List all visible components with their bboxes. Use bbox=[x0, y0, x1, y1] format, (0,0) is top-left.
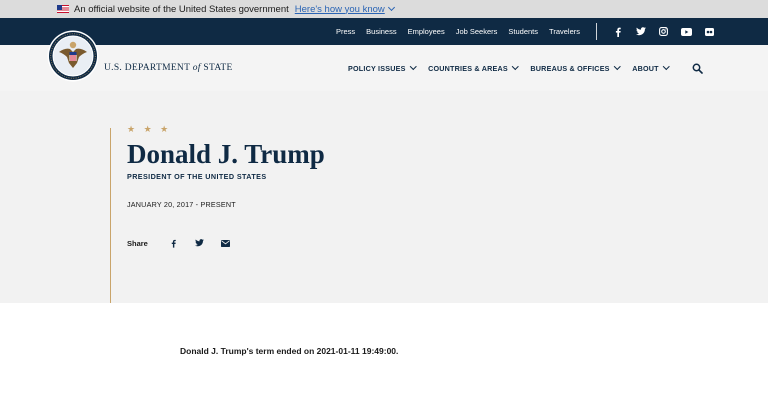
department-seal-logo[interactable] bbox=[47, 30, 99, 82]
flickr-icon[interactable] bbox=[698, 27, 721, 36]
nav-label: ABOUT bbox=[632, 63, 659, 73]
utility-link-press[interactable]: Press bbox=[336, 27, 355, 36]
gold-accent-line bbox=[110, 128, 111, 303]
us-flag-icon bbox=[57, 5, 69, 13]
chevron-down-icon[interactable] bbox=[387, 3, 395, 12]
chevron-down-icon bbox=[613, 63, 621, 70]
nav-label: POLICY ISSUES bbox=[348, 63, 406, 73]
search-icon[interactable] bbox=[692, 61, 704, 74]
nav-label: BUREAUS & OFFICES bbox=[530, 63, 610, 73]
email-icon[interactable] bbox=[212, 237, 238, 249]
gov-banner: An official website of the United States… bbox=[0, 0, 768, 18]
facebook-icon[interactable] bbox=[160, 237, 186, 249]
nav-bureaus-offices[interactable]: BUREAUS & OFFICES bbox=[530, 63, 621, 73]
utility-divider bbox=[596, 23, 597, 40]
utility-link-students[interactable]: Students bbox=[508, 27, 538, 36]
page-title: Donald J. Trump bbox=[127, 139, 325, 169]
chevron-down-icon bbox=[511, 63, 519, 70]
gov-banner-text: An official website of the United States… bbox=[74, 3, 289, 15]
brand-state: STATE bbox=[203, 63, 233, 73]
chevron-down-icon bbox=[409, 63, 417, 70]
nav-policy-issues[interactable]: POLICY ISSUES bbox=[348, 63, 417, 73]
utility-bar: Press Business Employees Job Seekers Stu… bbox=[0, 18, 768, 45]
instagram-icon[interactable] bbox=[652, 27, 675, 36]
term-ended-note: Donald J. Trump's term ended on 2021-01-… bbox=[180, 346, 399, 356]
utility-links: Press Business Employees Job Seekers Stu… bbox=[336, 18, 580, 45]
brand-of: of bbox=[192, 63, 201, 73]
twitter-icon[interactable] bbox=[186, 237, 212, 249]
chevron-down-icon bbox=[662, 63, 670, 70]
youtube-icon[interactable] bbox=[675, 27, 698, 36]
twitter-icon[interactable] bbox=[629, 27, 652, 36]
share-label: Share bbox=[127, 239, 148, 248]
main-nav: POLICY ISSUES COUNTRIES & AREAS BUREAUS … bbox=[348, 60, 670, 76]
utility-link-employees[interactable]: Employees bbox=[408, 27, 445, 36]
nav-about[interactable]: ABOUT bbox=[632, 63, 670, 73]
term-dates: JANUARY 20, 2017 - PRESENT bbox=[127, 200, 236, 209]
nav-countries-areas[interactable]: COUNTRIES & AREAS bbox=[428, 63, 519, 73]
brand-text: U.S. DEPARTMENT bbox=[104, 63, 191, 73]
role-title: PRESIDENT OF THE UNITED STATES bbox=[127, 172, 267, 181]
utility-link-business[interactable]: Business bbox=[366, 27, 396, 36]
social-links bbox=[606, 18, 721, 45]
nav-label: COUNTRIES & AREAS bbox=[428, 63, 508, 73]
heres-how-you-know-link[interactable]: Here's how you know bbox=[295, 4, 385, 15]
share-icons bbox=[160, 237, 238, 249]
site-brand[interactable]: U.S. DEPARTMENT of STATE bbox=[104, 63, 233, 73]
utility-link-job-seekers[interactable]: Job Seekers bbox=[456, 27, 498, 36]
stars-decoration: ★ ★ ★ bbox=[127, 124, 172, 134]
facebook-icon[interactable] bbox=[606, 27, 629, 37]
hero-section bbox=[0, 91, 768, 303]
utility-link-travelers[interactable]: Travelers bbox=[549, 27, 580, 36]
